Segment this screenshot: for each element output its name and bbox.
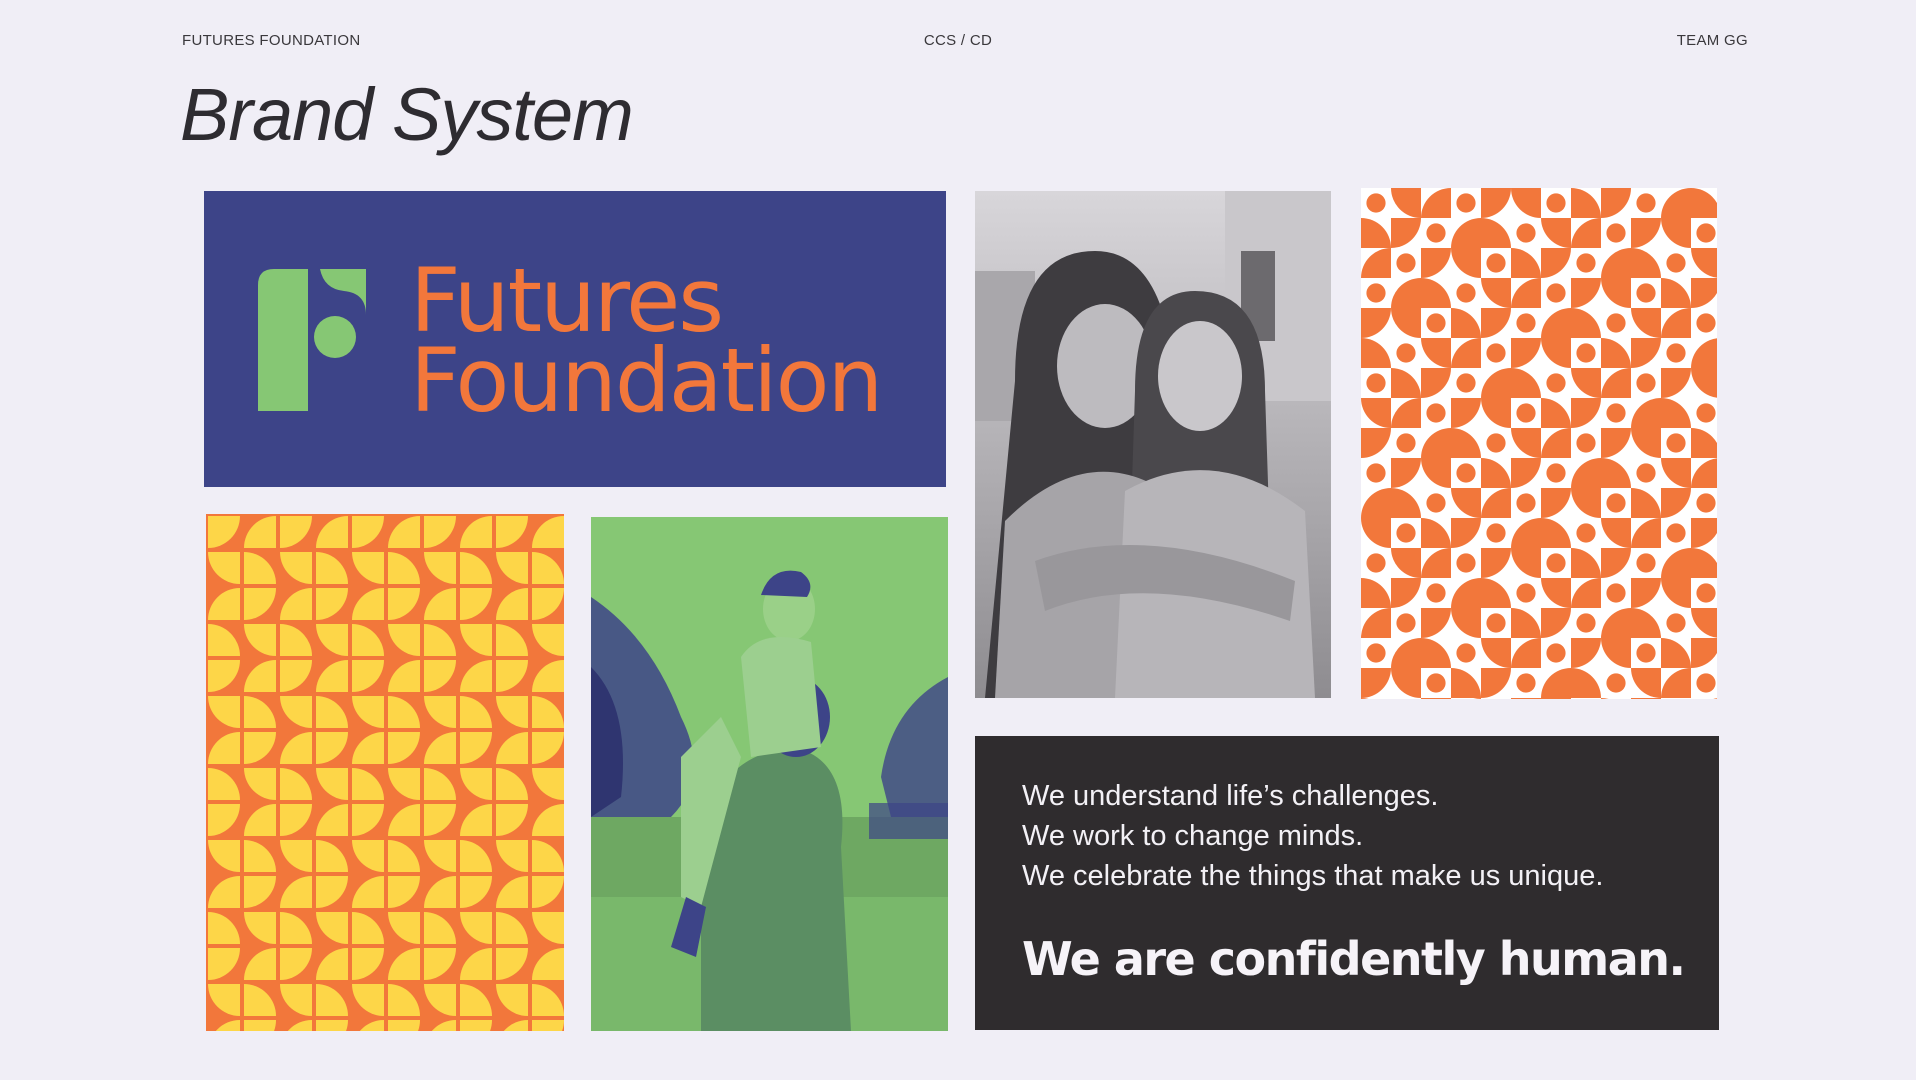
tagline-headline: We are confidently human. <box>1022 932 1686 986</box>
tagline-line-1: We understand life’s challenges. <box>1022 780 1439 812</box>
tagline-card: We understand life’s challenges. We work… <box>975 736 1719 1030</box>
tagline-line-2: We work to change minds. <box>1022 820 1364 852</box>
yellow-geometric-pattern <box>206 514 564 1031</box>
orange-geometric-pattern <box>1361 188 1717 699</box>
header-center-label: CCS / CD <box>923 32 993 49</box>
logo-wordmark: Futures Foundation <box>410 257 883 432</box>
photo-father-child-piggyback <box>591 517 948 1031</box>
tagline-line-3: We celebrate the things that make us uni… <box>1022 860 1604 892</box>
header-right-label: TEAM GG <box>1676 32 1748 49</box>
futures-f-mark-icon <box>258 269 366 411</box>
page-title: Brand System <box>180 73 634 156</box>
logo-wordmark-line2: Foundation <box>410 329 883 432</box>
photo-mother-daughter-hug <box>975 191 1331 698</box>
logo-card: Futures Foundation <box>204 191 946 487</box>
tagline-lines: We understand life’s challenges. We work… <box>1022 776 1603 896</box>
